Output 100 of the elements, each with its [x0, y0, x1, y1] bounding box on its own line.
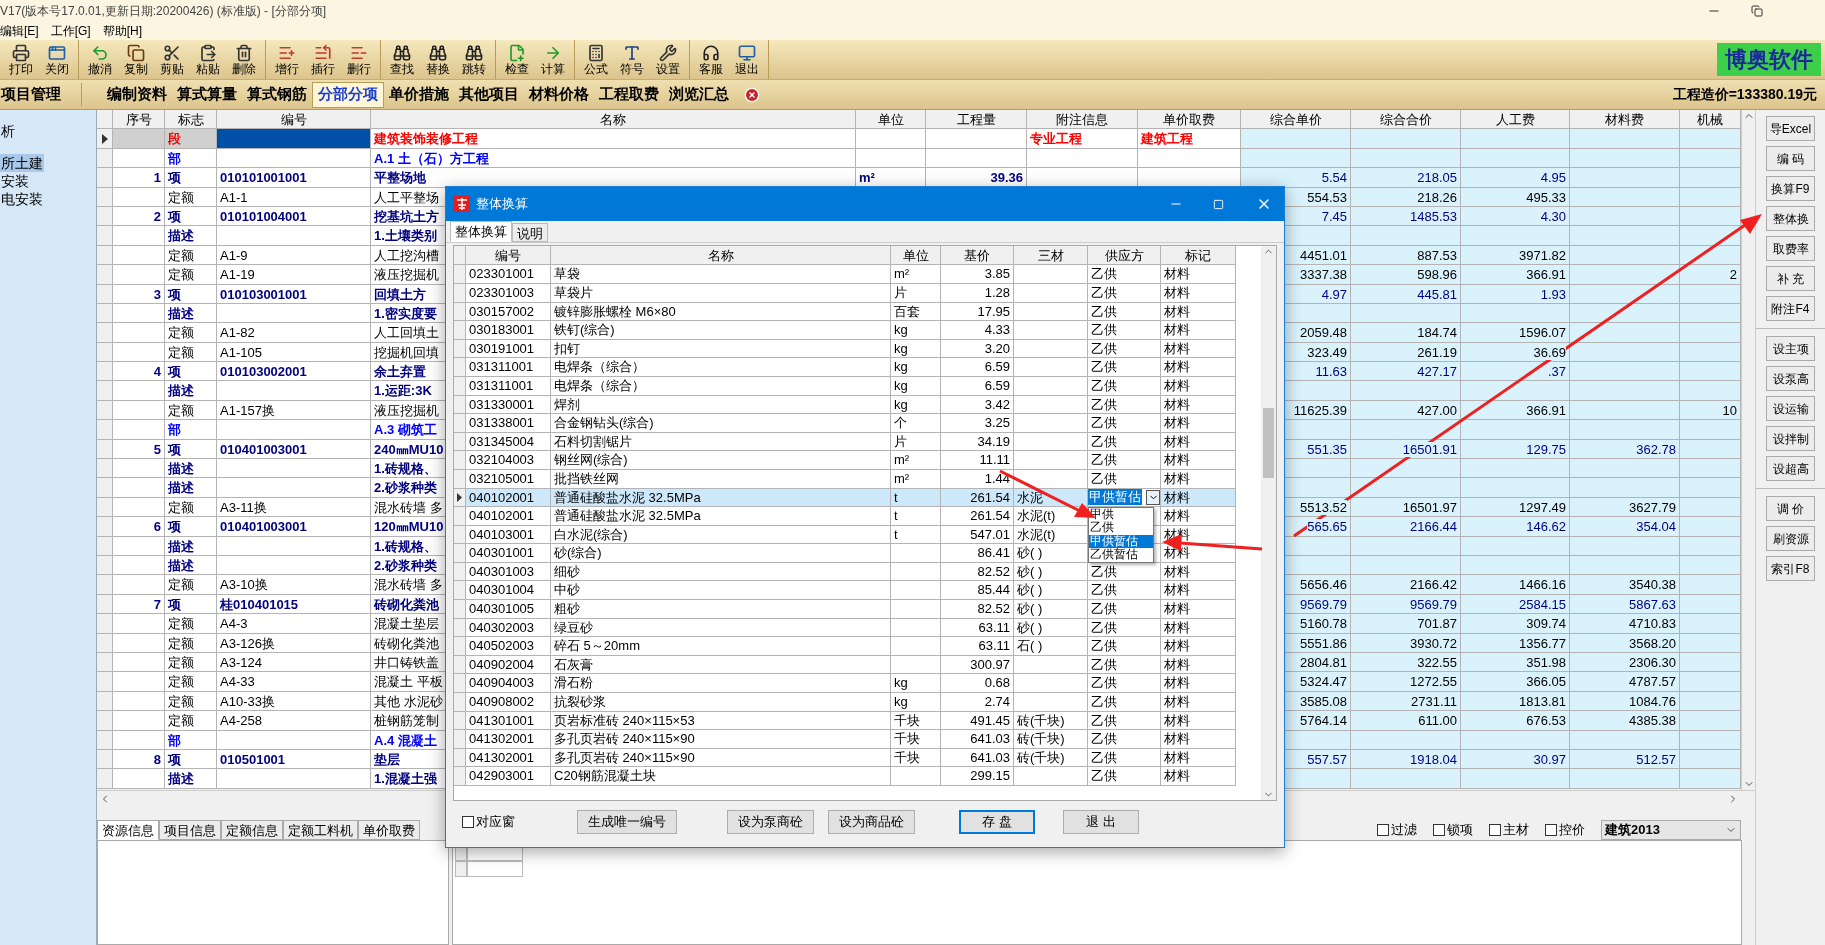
toolbar-button[interactable]: 客服 — [693, 40, 729, 79]
vertical-scrollbar[interactable] — [1741, 110, 1755, 790]
side-button[interactable]: 设拌制 — [1766, 426, 1815, 451]
info-tab[interactable]: 项目信息 — [159, 820, 221, 840]
table-cell — [113, 381, 165, 401]
module-tab[interactable]: 算式算量 — [172, 81, 242, 108]
table-cell — [113, 614, 165, 634]
dropdown-option[interactable]: 甲供 — [1089, 507, 1153, 521]
checkbox[interactable] — [1489, 824, 1501, 836]
side-button[interactable]: 设泵高 — [1766, 366, 1815, 391]
checkbox[interactable] — [1377, 824, 1389, 836]
toolbar-button[interactable]: 符号 — [614, 40, 650, 79]
module-tab[interactable]: 算式钢筋 — [242, 81, 312, 108]
toolbar-button[interactable]: 查找 — [384, 40, 420, 79]
table-cell: 材料 — [1161, 302, 1236, 322]
checkbox[interactable] — [462, 816, 474, 828]
table-cell: 16501.97 — [1351, 497, 1461, 518]
checkbox[interactable] — [1433, 824, 1445, 836]
table-cell: 1.28 — [941, 284, 1014, 303]
toolbar-button[interactable]: 退出 — [729, 40, 765, 79]
project-tab[interactable]: 项目管理 — [0, 83, 82, 106]
toolbar-button[interactable]: 检查 — [499, 40, 535, 79]
brand-logo: 博奥软件 — [1717, 43, 1821, 76]
module-tab[interactable]: 单价措施 — [384, 81, 454, 108]
table-cell: 5.54 — [1241, 168, 1351, 188]
side-button[interactable]: 换算F9 — [1766, 176, 1815, 201]
dialog-button[interactable]: 设为泵商砼 — [727, 810, 814, 834]
tree-item[interactable]: 安装 — [0, 172, 30, 190]
toolbar-button[interactable]: 复制 — [118, 40, 154, 79]
module-tab[interactable]: 浏览汇总 — [664, 81, 734, 108]
table-cell — [113, 148, 165, 169]
side-button[interactable]: 导Excel — [1766, 116, 1815, 141]
module-tab[interactable]: 分部分项 — [312, 81, 384, 108]
side-button[interactable]: 设运输 — [1766, 396, 1815, 421]
table-cell: 砂( ) — [1014, 581, 1088, 601]
toolbar-button[interactable]: 跳转 — [456, 40, 492, 79]
side-button[interactable]: 索引F8 — [1766, 556, 1815, 581]
table-cell — [113, 672, 165, 692]
maximize-icon[interactable] — [1213, 198, 1224, 210]
dialog-tab[interactable]: 整体换算 — [450, 221, 512, 242]
dialog-tab[interactable]: 说明 — [512, 223, 548, 242]
table-cell: A1-82 — [217, 323, 371, 343]
side-button[interactable]: 取费率 — [1766, 236, 1815, 261]
menu-item[interactable]: 帮助[H] — [102, 22, 143, 40]
dropdown-option[interactable]: 乙供暂估 — [1089, 548, 1153, 562]
toolbar-button[interactable]: 插行 — [305, 40, 341, 79]
table-cell: 乙供 — [1088, 693, 1161, 712]
side-button[interactable]: 补 充 — [1766, 266, 1815, 291]
side-button[interactable]: 编 码 — [1766, 146, 1815, 171]
table-cell: 30.97 — [1461, 749, 1570, 770]
table-cell — [1680, 594, 1741, 615]
toolbar-button[interactable]: 打印 — [3, 40, 39, 79]
side-button[interactable]: 设超高 — [1766, 456, 1815, 481]
side-button[interactable]: 附注F4 — [1766, 296, 1815, 321]
vertical-scrollbar[interactable] — [1261, 246, 1276, 800]
dropdown-option[interactable]: 乙供 — [1089, 521, 1153, 535]
toolbar-button[interactable]: 撤消 — [82, 40, 118, 79]
toolbar-button[interactable]: 剪贴 — [154, 40, 190, 79]
info-tab[interactable]: 单价取费 — [358, 820, 420, 840]
dialog-button[interactable]: 退 出 — [1063, 810, 1139, 834]
side-button[interactable]: 调 价 — [1766, 496, 1815, 521]
toolbar-button[interactable]: 删除 — [226, 40, 262, 79]
dialog-button[interactable]: 生成唯一编号 — [577, 810, 677, 834]
table-cell: 材料 — [1161, 562, 1236, 582]
toolbar-button[interactable]: 替换 — [420, 40, 456, 79]
tree-item[interactable]: 电安装 — [0, 190, 44, 208]
standard-select[interactable]: 建筑2013 — [1601, 820, 1741, 840]
toolbar-button[interactable]: 粘贴 — [190, 40, 226, 79]
menu-item[interactable]: 编辑[E] — [0, 22, 39, 40]
side-button[interactable]: 设主项 — [1766, 336, 1815, 361]
menu-item[interactable]: 工作[G] — [50, 22, 91, 40]
module-tab[interactable]: 工程取费 — [594, 81, 664, 108]
side-button[interactable]: 整体换 — [1766, 206, 1815, 231]
table-cell: 定额 — [165, 187, 217, 207]
table-cell: 材料 — [1161, 469, 1236, 489]
info-tab[interactable]: 定额工料机 — [283, 820, 358, 840]
info-tab[interactable]: 定额信息 — [221, 820, 283, 840]
toolbar-button[interactable]: 公式 — [578, 40, 614, 79]
row-selector[interactable] — [97, 129, 113, 149]
toolbar-button[interactable]: 增行 — [269, 40, 305, 79]
module-tab[interactable]: 材料价格 — [524, 81, 594, 108]
toolbar-button[interactable]: 计算 — [535, 40, 571, 79]
toolbar-button[interactable]: 关闭 — [39, 40, 75, 79]
dropdown-option[interactable]: 甲供暂估 — [1089, 534, 1153, 548]
close-icon[interactable] — [744, 86, 760, 103]
dialog-button[interactable]: 设为商品砼 — [828, 810, 915, 834]
tree-item[interactable]: 所土建 — [0, 154, 44, 172]
tree-item[interactable]: 析 — [0, 122, 16, 140]
table-cell: 铁钉(综合) — [551, 321, 891, 340]
dialog-button[interactable]: 存 盘 — [959, 810, 1035, 834]
scroll-thumb[interactable] — [1263, 408, 1274, 478]
restore-icon[interactable] — [1751, 5, 1763, 17]
module-tab[interactable]: 其他项目 — [454, 81, 524, 108]
side-button[interactable]: 刷资源 — [1766, 526, 1815, 551]
toolbar-button[interactable]: 设置 — [650, 40, 686, 79]
module-tab[interactable]: 编制资料 — [102, 81, 172, 108]
toolbar-button[interactable]: 删行 — [341, 40, 377, 79]
table-cell — [1680, 226, 1741, 246]
info-tab[interactable]: 资源信息 — [97, 820, 159, 840]
checkbox[interactable] — [1545, 824, 1557, 836]
